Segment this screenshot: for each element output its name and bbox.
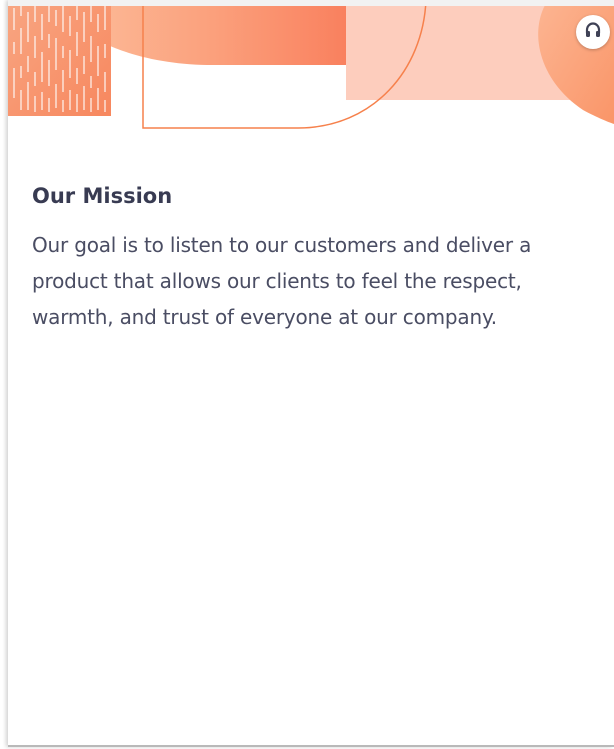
headphones-icon — [584, 21, 602, 44]
mission-body: Our goal is to listen to our customers a… — [32, 233, 532, 329]
hero-banner — [8, 0, 614, 140]
page: Our Mission Our goal is to listen to our… — [0, 0, 614, 749]
mission-title: Our Mission — [32, 184, 173, 208]
card-bottom-edge — [8, 745, 614, 747]
mission-section: Our Mission Our goal is to listen to our… — [32, 184, 604, 335]
card-top-edge — [8, 0, 614, 6]
hero-decoration-image — [8, 0, 614, 129]
mission-card: Our Mission Our goal is to listen to our… — [8, 0, 614, 747]
audio-button[interactable] — [576, 15, 610, 49]
